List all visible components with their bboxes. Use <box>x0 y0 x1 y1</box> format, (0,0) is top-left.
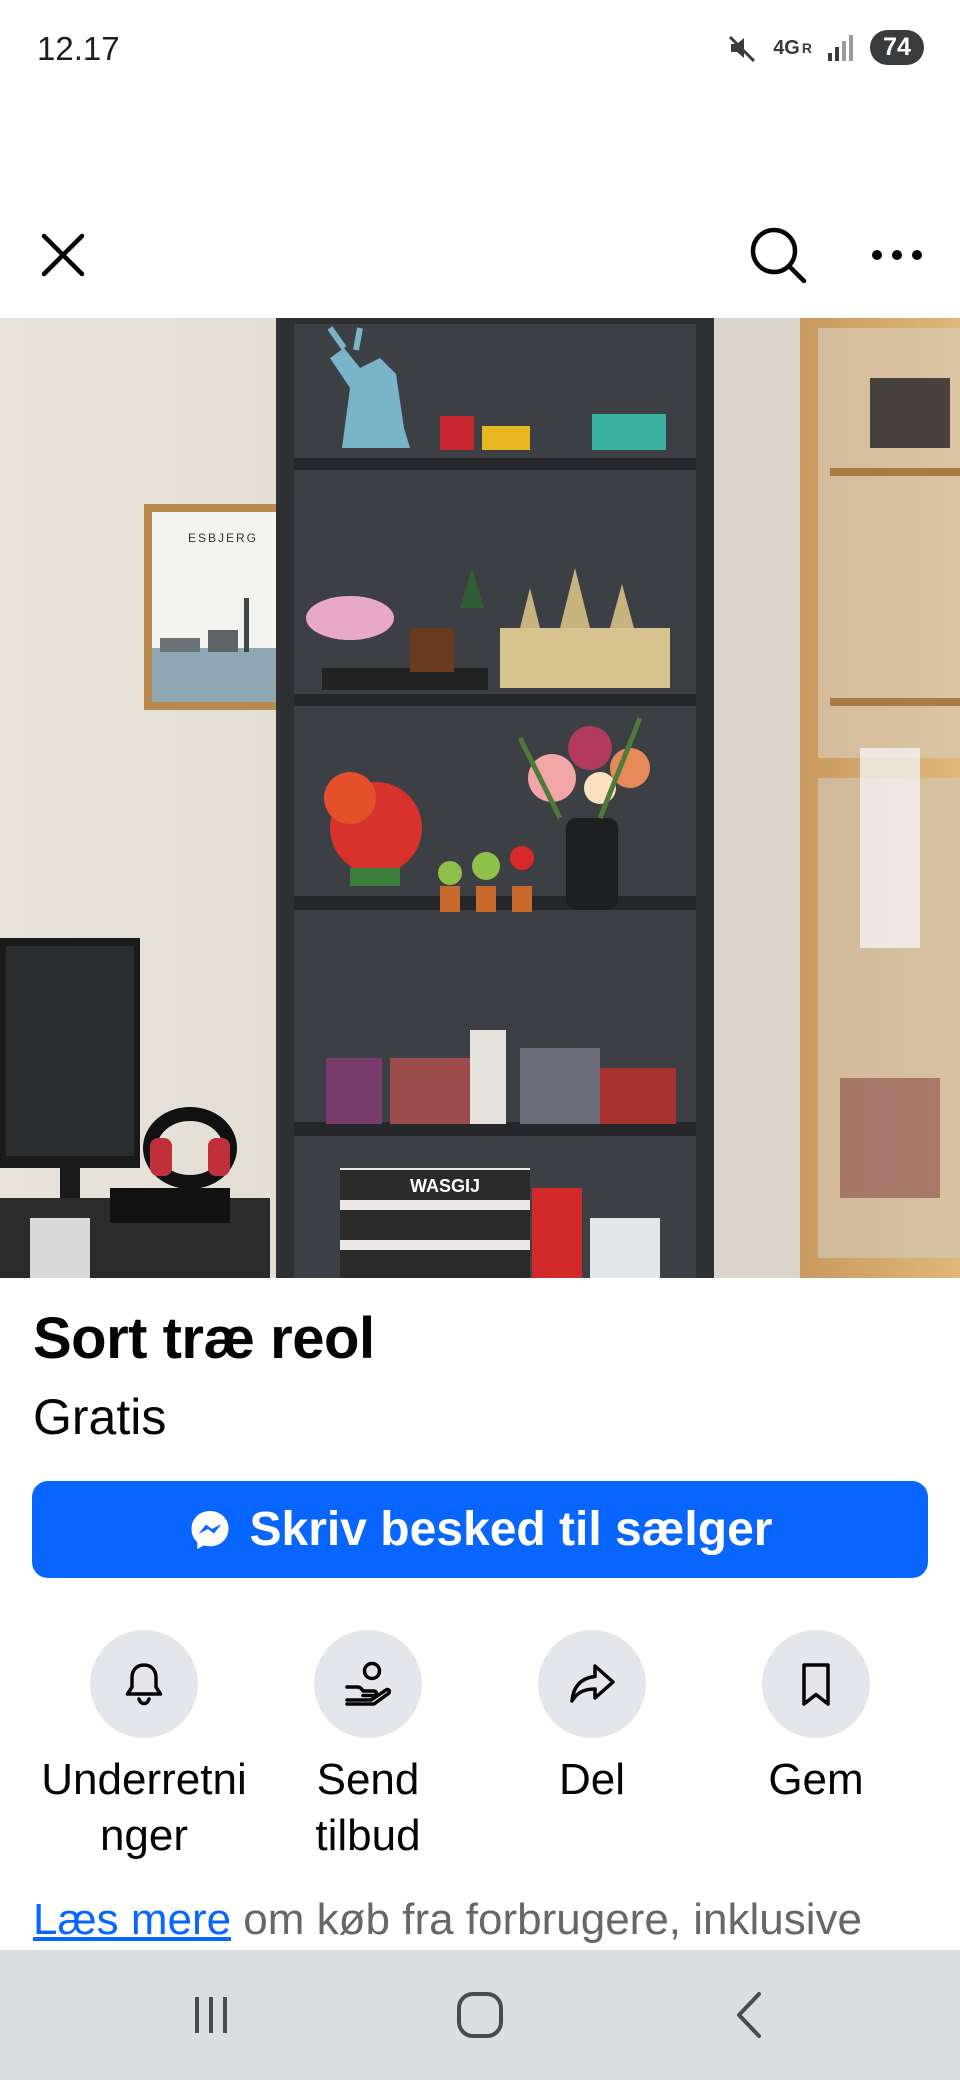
more-options-button[interactable] <box>862 220 932 290</box>
back-button[interactable] <box>714 1985 784 2045</box>
recent-apps-button[interactable] <box>176 1985 246 2045</box>
top-nav <box>0 200 960 318</box>
close-button[interactable] <box>28 220 98 290</box>
mute-icon <box>725 31 759 65</box>
listing-price: Gratis <box>33 1389 167 1445</box>
share-button[interactable]: Del <box>480 1630 704 1808</box>
offer-icon <box>345 1661 392 1706</box>
battery-indicator: 74 <box>870 30 924 65</box>
box-text: WASGIJ <box>410 1176 480 1196</box>
network-indicator: 4G R <box>773 38 812 58</box>
send-offer-label: Send tilbud <box>256 1752 480 1864</box>
poster-text: ESBJERG <box>188 531 258 545</box>
share-label: Del <box>480 1752 704 1808</box>
close-icon <box>41 233 85 277</box>
messenger-icon <box>191 1510 229 1549</box>
share-button-circle <box>538 1630 646 1738</box>
back-icon <box>737 1992 761 2038</box>
save-button[interactable]: Gem <box>704 1630 928 1808</box>
buyer-info-text: Læs mere om køb fra forbrugere, inklusiv… <box>33 1895 862 1945</box>
search-button[interactable] <box>743 220 813 290</box>
status-time: 12.17 <box>37 30 120 67</box>
network-sub-label: R <box>801 39 812 56</box>
send-offer-label-line2: tilbud <box>315 1811 421 1860</box>
home-icon <box>457 1992 503 2038</box>
message-seller-label: Skriv besked til sælger <box>249 1503 773 1556</box>
listing-photo[interactable]: ESBJERG WASGIJ <box>0 318 960 1278</box>
save-label-line1: Gem <box>768 1755 864 1804</box>
search-icon <box>750 227 807 284</box>
send-offer-button-circle <box>314 1630 422 1738</box>
share-icon <box>570 1664 615 1703</box>
save-button-circle <box>762 1630 870 1738</box>
save-label: Gem <box>704 1752 928 1808</box>
listing-title: Sort træ reol <box>33 1306 375 1371</box>
status-icons: 4G R 74 <box>725 30 924 65</box>
system-nav-bar <box>0 1950 960 2080</box>
recent-apps-icon <box>195 1997 227 2033</box>
notifications-label-line2: nger <box>99 1811 189 1860</box>
send-offer-label-line1: Send <box>316 1755 420 1804</box>
more-icon <box>872 250 922 260</box>
read-more-link[interactable]: Læs mere <box>33 1895 231 1944</box>
send-offer-button[interactable]: Send tilbud <box>256 1630 480 1864</box>
listing-photo-illustration: ESBJERG WASGIJ <box>0 318 960 1278</box>
notifications-label: Underretni nger <box>32 1752 256 1864</box>
buyer-info-rest: om køb fra forbrugere, inklusive <box>231 1895 862 1944</box>
notifications-button-circle <box>90 1630 198 1738</box>
action-buttons: Underretni nger Send tilbud Del Gem <box>0 1630 960 1870</box>
home-button[interactable] <box>445 1985 515 2045</box>
bookmark-icon <box>802 1663 830 1706</box>
notifications-button[interactable]: Underretni nger <box>32 1630 256 1864</box>
signal-icon <box>826 33 856 63</box>
status-bar: 12.17 4G R 74 <box>0 0 960 100</box>
share-label-line1: Del <box>558 1755 626 1804</box>
message-seller-button[interactable]: Skriv besked til sælger <box>32 1481 928 1578</box>
bell-icon <box>125 1663 163 1706</box>
notifications-label-line1: Underretni <box>41 1755 247 1804</box>
network-label: 4G <box>773 36 800 59</box>
